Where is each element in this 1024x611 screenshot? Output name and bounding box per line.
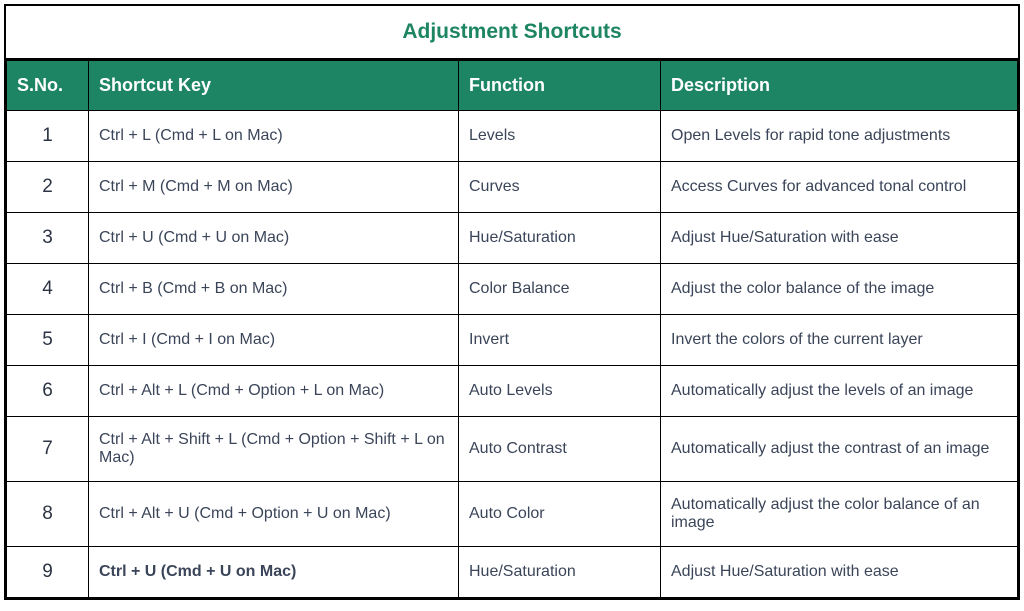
- table-row: 4Ctrl + B (Cmd + B on Mac)Color BalanceA…: [7, 264, 1018, 315]
- header-function: Function: [459, 61, 661, 111]
- cell-description: Invert the colors of the current layer: [661, 315, 1018, 366]
- cell-description: Access Curves for advanced tonal control: [661, 162, 1018, 213]
- cell-function: Auto Color: [459, 482, 661, 547]
- table-row: 3Ctrl + U (Cmd + U on Mac)Hue/Saturation…: [7, 213, 1018, 264]
- cell-shortcut: Ctrl + M (Cmd + M on Mac): [89, 162, 459, 213]
- cell-description: Automatically adjust the contrast of an …: [661, 417, 1018, 482]
- cell-shortcut: Ctrl + Alt + L (Cmd + Option + L on Mac): [89, 366, 459, 417]
- cell-sno: 1: [7, 111, 89, 162]
- cell-sno: 5: [7, 315, 89, 366]
- header-sno: S.No.: [7, 61, 89, 111]
- cell-function: Hue/Saturation: [459, 547, 661, 598]
- table-row: 8Ctrl + Alt + U (Cmd + Option + U on Mac…: [7, 482, 1018, 547]
- cell-function: Auto Contrast: [459, 417, 661, 482]
- cell-shortcut: Ctrl + B (Cmd + B on Mac): [89, 264, 459, 315]
- header-shortcut: Shortcut Key: [89, 61, 459, 111]
- cell-sno: 6: [7, 366, 89, 417]
- cell-sno: 2: [7, 162, 89, 213]
- header-row: S.No. Shortcut Key Function Description: [7, 61, 1018, 111]
- cell-shortcut: Ctrl + Alt + U (Cmd + Option + U on Mac): [89, 482, 459, 547]
- table-row: 2Ctrl + M (Cmd + M on Mac)CurvesAccess C…: [7, 162, 1018, 213]
- cell-description: Open Levels for rapid tone adjustments: [661, 111, 1018, 162]
- table-row: 9Ctrl + U (Cmd + U on Mac)Hue/Saturation…: [7, 547, 1018, 598]
- cell-function: Auto Levels: [459, 366, 661, 417]
- shortcuts-table: S.No. Shortcut Key Function Description …: [6, 60, 1018, 598]
- cell-function: Hue/Saturation: [459, 213, 661, 264]
- cell-sno: 9: [7, 547, 89, 598]
- cell-description: Adjust Hue/Saturation with ease: [661, 213, 1018, 264]
- cell-description: Automatically adjust the levels of an im…: [661, 366, 1018, 417]
- cell-function: Levels: [459, 111, 661, 162]
- cell-sno: 4: [7, 264, 89, 315]
- table-row: 5Ctrl + I (Cmd + I on Mac)InvertInvert t…: [7, 315, 1018, 366]
- cell-description: Adjust the color balance of the image: [661, 264, 1018, 315]
- cell-function: Color Balance: [459, 264, 661, 315]
- cell-shortcut: Ctrl + L (Cmd + L on Mac): [89, 111, 459, 162]
- table-body: 1Ctrl + L (Cmd + L on Mac)LevelsOpen Lev…: [7, 111, 1018, 598]
- cell-sno: 8: [7, 482, 89, 547]
- cell-description: Automatically adjust the color balance o…: [661, 482, 1018, 547]
- cell-function: Invert: [459, 315, 661, 366]
- cell-shortcut: Ctrl + U (Cmd + U on Mac): [89, 213, 459, 264]
- cell-shortcut: Ctrl + U (Cmd + U on Mac): [89, 547, 459, 598]
- cell-shortcut: Ctrl + Alt + Shift + L (Cmd + Option + S…: [89, 417, 459, 482]
- cell-function: Curves: [459, 162, 661, 213]
- cell-shortcut: Ctrl + I (Cmd + I on Mac): [89, 315, 459, 366]
- shortcuts-table-container: Adjustment Shortcuts S.No. Shortcut Key …: [4, 4, 1020, 600]
- header-description: Description: [661, 61, 1018, 111]
- cell-description: Adjust Hue/Saturation with ease: [661, 547, 1018, 598]
- cell-sno: 3: [7, 213, 89, 264]
- table-row: 7Ctrl + Alt + Shift + L (Cmd + Option + …: [7, 417, 1018, 482]
- table-row: 6Ctrl + Alt + L (Cmd + Option + L on Mac…: [7, 366, 1018, 417]
- table-row: 1Ctrl + L (Cmd + L on Mac)LevelsOpen Lev…: [7, 111, 1018, 162]
- table-title: Adjustment Shortcuts: [6, 6, 1018, 60]
- cell-sno: 7: [7, 417, 89, 482]
